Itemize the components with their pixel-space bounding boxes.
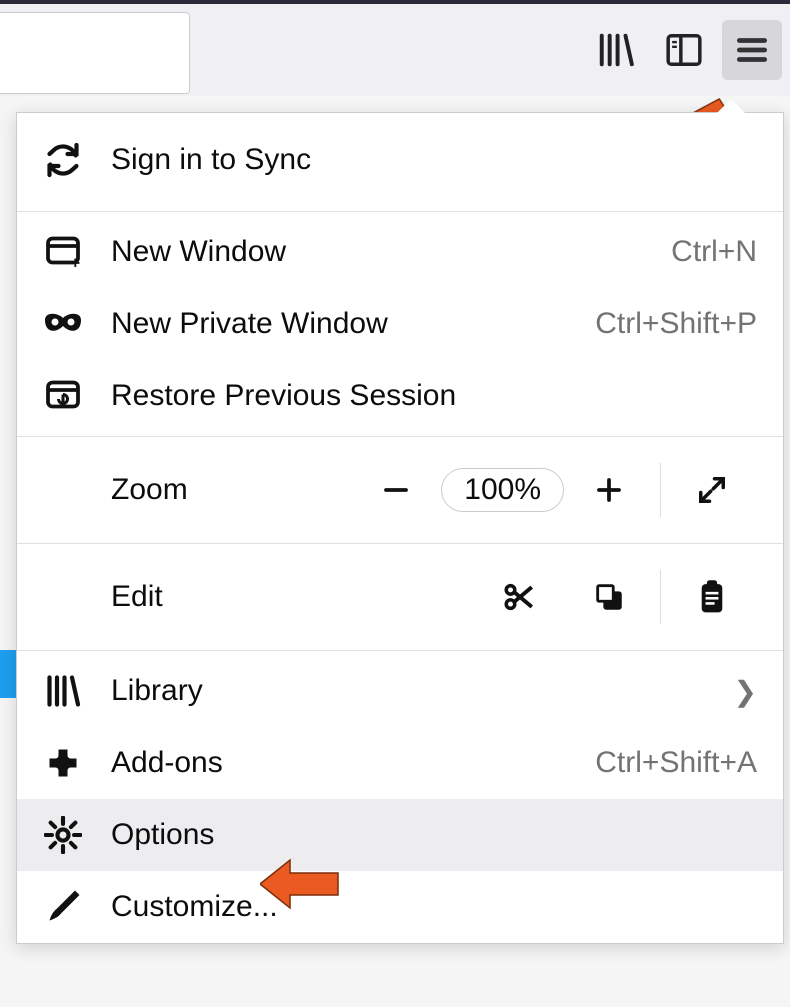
menu-shortcut: Ctrl+N bbox=[671, 235, 757, 269]
divider bbox=[660, 570, 661, 624]
menu-item-library[interactable]: Library ❯ bbox=[17, 655, 783, 727]
copy-icon bbox=[592, 580, 626, 614]
clipboard-icon bbox=[696, 579, 728, 615]
zoom-in-button[interactable] bbox=[564, 460, 654, 520]
menu-item-options[interactable]: Options bbox=[17, 799, 783, 871]
library-icon bbox=[597, 31, 635, 69]
fullscreen-button[interactable] bbox=[667, 460, 757, 520]
separator bbox=[17, 543, 783, 544]
menu-row-edit: Edit bbox=[17, 548, 783, 646]
chevron-right-icon: ❯ bbox=[734, 675, 757, 708]
browser-toolbar bbox=[0, 0, 790, 96]
cut-button[interactable] bbox=[474, 567, 564, 627]
fullscreen-icon bbox=[697, 475, 727, 505]
copy-button[interactable] bbox=[564, 567, 654, 627]
hamburger-icon bbox=[733, 31, 771, 69]
sidebar-toolbar-button[interactable] bbox=[654, 20, 714, 80]
callout-arrow-options bbox=[260, 856, 340, 912]
gear-icon bbox=[43, 815, 83, 855]
separator bbox=[17, 211, 783, 212]
menu-label: Library bbox=[111, 674, 734, 708]
menu-label: New Private Window bbox=[111, 307, 595, 341]
menu-label: Add-ons bbox=[111, 746, 595, 780]
library-icon bbox=[43, 671, 83, 711]
paintbrush-icon bbox=[43, 887, 83, 927]
menu-label: Customize... bbox=[111, 890, 757, 924]
new-window-icon: + bbox=[43, 232, 83, 272]
library-toolbar-button[interactable] bbox=[586, 20, 646, 80]
menu-item-private-window[interactable]: New Private Window Ctrl+Shift+P bbox=[17, 288, 783, 360]
menu-label: Restore Previous Session bbox=[111, 379, 757, 413]
zoom-label: Zoom bbox=[111, 473, 188, 507]
edit-label: Edit bbox=[111, 580, 163, 614]
menu-item-customize[interactable]: Customize... bbox=[17, 871, 783, 943]
minus-icon bbox=[381, 475, 411, 505]
menu-shortcut: Ctrl+Shift+P bbox=[595, 307, 757, 341]
zoom-out-button[interactable] bbox=[351, 460, 441, 520]
menu-item-restore-session[interactable]: Restore Previous Session bbox=[17, 360, 783, 432]
menu-item-addons[interactable]: Add-ons Ctrl+Shift+A bbox=[17, 727, 783, 799]
address-bar-fragment[interactable] bbox=[0, 12, 190, 94]
sidebar-icon bbox=[665, 31, 703, 69]
addons-icon bbox=[43, 743, 83, 783]
menu-item-new-window[interactable]: + New Window Ctrl+N bbox=[17, 216, 783, 288]
menu-label: New Window bbox=[111, 235, 671, 269]
menu-label: Sign in to Sync bbox=[111, 143, 757, 177]
hamburger-menu-button[interactable] bbox=[722, 20, 782, 80]
mask-icon bbox=[43, 304, 83, 344]
separator bbox=[17, 436, 783, 437]
plus-icon bbox=[594, 475, 624, 505]
menu-item-sync[interactable]: Sign in to Sync bbox=[17, 113, 783, 207]
sync-icon bbox=[43, 140, 83, 180]
svg-text:+: + bbox=[71, 255, 81, 271]
zoom-level-label[interactable]: 100% bbox=[441, 468, 564, 512]
separator bbox=[17, 650, 783, 651]
menu-label: Options bbox=[111, 818, 757, 852]
menu-row-zoom: Zoom 100% bbox=[17, 441, 783, 539]
scissors-icon bbox=[502, 580, 536, 614]
menu-shortcut: Ctrl+Shift+A bbox=[595, 746, 757, 780]
restore-icon bbox=[43, 376, 83, 416]
divider bbox=[660, 463, 661, 517]
app-menu: Sign in to Sync + New Window Ctrl+N New … bbox=[16, 112, 784, 944]
paste-button[interactable] bbox=[667, 567, 757, 627]
